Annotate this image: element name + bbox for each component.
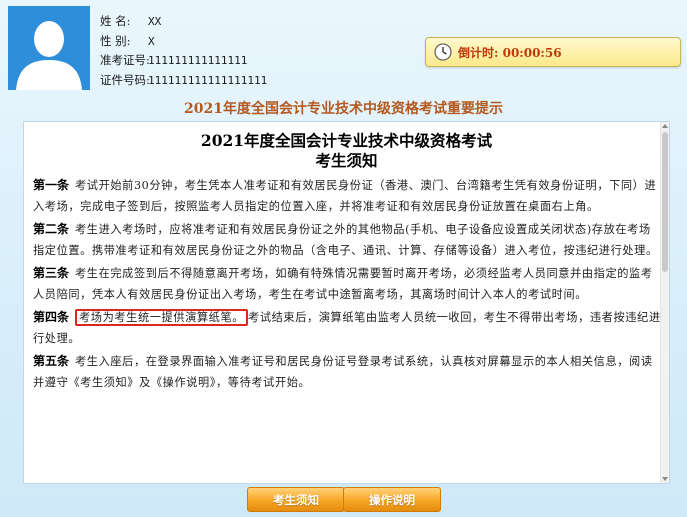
gender-label: 性 别: [100,33,131,48]
article-head: 第二条 [33,222,70,236]
scrollbar-thumb[interactable] [662,132,668,272]
article-4: 第四条 考场为考生统一提供演算纸笔。 考试结束后，演算纸笔由监考人员统一收回，考生不… [24,307,669,349]
candidate-ticket-row: 准考证号: 111111111111111 [100,51,267,71]
article-head: 第四条 [33,310,70,324]
candidate-name-row: 姓 名: XX [100,12,267,32]
candidate-notice-button[interactable]: 考生须知 [247,487,345,512]
scroll-down-arrow-icon[interactable] [662,477,668,481]
candidate-gender-row: 性 别: X [100,32,267,52]
countdown-text: 倒计时: 00:00:56 [458,45,562,60]
person-silhouette-icon [8,6,90,90]
notice-panel[interactable]: 2021年度全国会计专业技术中级资格考试 考生须知 第一条 考试开始前30分钟，考… [23,121,670,484]
page-banner: 2021年度全国会计专业技术中级资格考试重要提示 [184,101,503,117]
article-head: 第三条 [33,266,70,280]
operation-instructions-button[interactable]: 操作说明 [343,487,441,512]
highlighted-text: 考场为考生统一提供演算纸笔。 [75,309,249,326]
candidate-info: 姓 名: XX 性 别: X 准考证号: 111111111111111 证件号… [100,12,267,90]
id-value: 111111111111111111 [148,73,268,87]
article-2: 第二条 考生进入考场时，应将准考证和有效居民身份证之外的其他物品(手机、电子设备应… [24,219,669,261]
article-text: 考生在完成签到后不得随意离开考场，如确有特殊情况需要暂时离开考场，必须经监考人员… [33,267,653,301]
ticket-value: 111111111111111 [148,54,248,67]
clock-icon [434,43,452,61]
article-head: 第五条 [33,354,70,368]
candidate-id-row: 证件号码: 111111111111111111 [100,71,267,91]
name-value: XX [148,15,162,28]
gender-value: X [148,34,155,48]
article-text: 考生入座后，在登录界面输入准考证号和居民身份证号登录考试系统，认真核对屏幕显示的… [33,355,653,389]
candidate-photo [8,6,90,90]
article-1: 第一条 考试开始前30分钟，考生凭本人准考证和有效居民身份证（香港、澳门、台湾籍考… [24,175,669,217]
scroll-up-arrow-icon[interactable] [662,124,668,128]
document-title: 2021年度全国会计专业技术中级资格考试 [200,131,493,150]
name-label: 姓 名: [100,14,131,28]
article-5: 第五条 考生入座后，在登录界面输入准考证号和居民身份证号登录考试系统，认真核对屏幕… [24,351,669,393]
ticket-label: 准考证号: [100,53,150,67]
countdown-timer: 倒计时: 00:00:56 [425,37,681,67]
article-3: 第三条 考生在完成签到后不得随意离开考场，如确有特殊情况需要暂时离开考场，必须经监… [24,263,669,305]
document-subtitle: 考生须知 [315,151,378,170]
article-head: 第一条 [33,178,70,192]
vertical-scrollbar[interactable] [660,122,669,483]
article-text: 考试开始前30分钟，考生凭本人准考证和有效居民身份证（香港、澳门、台湾籍考生凭有… [33,179,657,213]
article-text: 考生进入考场时，应将准考证和有效居民身份证之外的其他物品(手机、电子设备应设置成… [33,223,658,257]
id-label: 证件号码: [100,72,150,87]
